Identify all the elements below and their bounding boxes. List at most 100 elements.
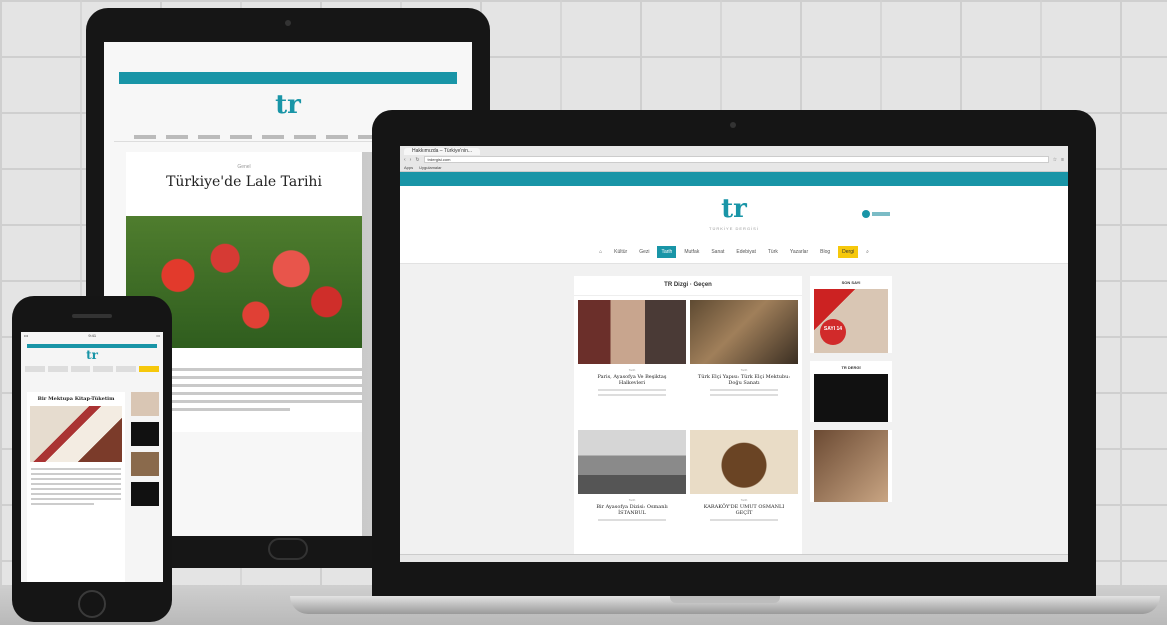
- sidebar-app-box: [810, 430, 892, 502]
- sidebar-ad-title: SON SAYI: [841, 280, 861, 285]
- nav-item-gezi[interactable]: Gezi: [635, 246, 653, 258]
- home-icon[interactable]: ⌂: [595, 246, 606, 258]
- phone-nav-item[interactable]: [139, 366, 159, 372]
- bookmark-item[interactable]: Uygulamalar: [419, 164, 441, 172]
- phone-time: 9:41: [88, 333, 97, 338]
- tablet-nav-item[interactable]: [294, 135, 316, 139]
- article-title[interactable]: KARAKÖY'DE UMUT OSMANLI GEÇİT: [690, 504, 798, 516]
- browser-tab[interactable]: Hakkımızda – Türkiye'nin...: [404, 148, 481, 155]
- partner-logo[interactable]: [862, 210, 892, 218]
- tablet-nav-item[interactable]: [326, 135, 348, 139]
- browser-tab-bar: Hakkımızda – Türkiye'nin...: [400, 146, 1068, 155]
- back-icon[interactable]: ‹: [404, 157, 406, 163]
- phone-nav: [25, 366, 159, 372]
- nav-item-sanat[interactable]: Sanat: [707, 246, 728, 258]
- browser-url-row: ‹ › ↻ trdergisi.com ☆ ≡: [400, 155, 1068, 164]
- article-image[interactable]: [690, 430, 798, 494]
- tablet-nav-item[interactable]: [198, 135, 220, 139]
- article-title[interactable]: Türk Elçi Yapısı: Türk Elçi Mektubu: Doğ…: [690, 374, 798, 386]
- battery-icon: ▭: [156, 333, 160, 338]
- phone-nav-item[interactable]: [25, 366, 45, 372]
- tablet-nav-item[interactable]: [230, 135, 252, 139]
- article-grid-section: TR Dizgi · Geçen Tarih Paris, Ayasofya V…: [574, 276, 802, 562]
- phone-sidebar-cover[interactable]: [131, 392, 159, 416]
- nav-item-kultur[interactable]: Kültür: [610, 246, 631, 258]
- phone-article-body: [27, 462, 125, 514]
- article-image[interactable]: [578, 300, 686, 364]
- nav-item-dergi[interactable]: Dergi: [838, 245, 859, 258]
- nav-item-blog[interactable]: Blog: [816, 246, 834, 258]
- browser-status-bar: [400, 554, 1068, 562]
- phone-sidebar-video-2[interactable]: [131, 482, 159, 506]
- phone-speaker: [72, 314, 112, 318]
- tablet-home-button[interactable]: [268, 538, 308, 560]
- sidebar-magazine-box: SON SAYI SAYI 14: [810, 276, 892, 353]
- phone-article-title[interactable]: Bir Mektupa Kitap-Tüketim: [27, 392, 125, 406]
- phone-sidebar: [131, 392, 159, 512]
- article-card[interactable]: Tarih Türk Elçi Yapısı: Türk Elçi Mektub…: [690, 300, 798, 424]
- article-category: Tarih: [740, 498, 748, 502]
- nav-item-tarih[interactable]: Tarih: [657, 245, 677, 258]
- laptop-screen: Hakkımızda – Türkiye'nin... ‹ › ↻ trderg…: [400, 146, 1068, 562]
- phone-sidebar-promo[interactable]: [131, 452, 159, 476]
- site-logo[interactable]: tr: [400, 194, 1068, 224]
- signal-icon: •••: [24, 333, 29, 338]
- article-card[interactable]: Tarih Bir Ayasofya Dizisi: Osmanlı İSTAN…: [578, 430, 686, 554]
- phone-device: ••• 9:41 ▭ tr Bir Mektupa Kitap-Tüketim: [12, 296, 172, 622]
- nav-item-yazarlar[interactable]: Yazarlar: [786, 246, 812, 258]
- laptop-device: Hakkımızda – Türkiye'nin... ‹ › ↻ trderg…: [372, 110, 1096, 596]
- site-top-bar: [400, 172, 1068, 186]
- phone-screen: ••• 9:41 ▭ tr Bir Mektupa Kitap-Tüketim: [21, 332, 163, 582]
- nav-item-mutfak[interactable]: Mutfak: [680, 246, 703, 258]
- phone-home-button[interactable]: [78, 590, 106, 618]
- tablet-camera: [285, 20, 291, 26]
- sidebar-video-box: TR DERGİ: [810, 361, 892, 422]
- phone-nav-item[interactable]: [116, 366, 137, 372]
- forward-icon[interactable]: ›: [410, 157, 412, 163]
- article-image[interactable]: [578, 430, 686, 494]
- magazine-cover[interactable]: SAYI 14: [814, 289, 888, 353]
- star-icon[interactable]: ☆: [1053, 157, 1057, 163]
- laptop-camera: [730, 122, 736, 128]
- article-title[interactable]: Paris, Ayasofya Ve Beşiktaş Halkevleri: [578, 374, 686, 386]
- article-image[interactable]: [690, 300, 798, 364]
- article-grid: Tarih Paris, Ayasofya Ve Beşiktaş Halkev…: [574, 296, 802, 558]
- article-category: Tarih: [628, 498, 636, 502]
- phone-nav-item[interactable]: [70, 366, 91, 372]
- article-card[interactable]: Tarih KARAKÖY'DE UMUT OSMANLI GEÇİT: [690, 430, 798, 554]
- video-player[interactable]: [814, 374, 888, 422]
- tablet-nav-item[interactable]: [262, 135, 284, 139]
- phone-status-bar: ••• 9:41 ▭: [21, 332, 163, 340]
- sidebar-video-title: TR DERGİ: [841, 365, 861, 370]
- tablet-article-title[interactable]: Türkiye'de Lale Tarihi: [126, 174, 362, 190]
- menu-icon[interactable]: ≡: [1061, 157, 1064, 163]
- sidebar: SON SAYI SAYI 14 TR DERGİ: [810, 276, 892, 562]
- phone-article: Bir Mektupa Kitap-Tüketim: [27, 392, 125, 582]
- tablet-nav-item[interactable]: [134, 135, 156, 139]
- issue-badge: SAYI 14: [820, 319, 846, 345]
- site-logo-subtitle: TÜRKİYE DERGİSİ: [709, 226, 759, 231]
- search-icon[interactable]: ⌕: [862, 246, 873, 258]
- nav-item-edebiyat[interactable]: Edebiyat: [732, 246, 759, 258]
- laptop-base: [290, 596, 1160, 614]
- tablet-nav-item[interactable]: [166, 135, 188, 139]
- address-bar[interactable]: trdergisi.com: [423, 156, 1049, 163]
- browser-chrome: Hakkımızda – Türkiye'nin... ‹ › ↻ trderg…: [400, 146, 1068, 172]
- site-header: tr TÜRKİYE DERGİSİ: [400, 186, 1068, 240]
- app-promo-image[interactable]: [814, 430, 888, 502]
- section-title: TR Dizgi · Geçen: [574, 276, 802, 296]
- nav-item-turk[interactable]: Türk: [764, 246, 782, 258]
- phone-nav-item[interactable]: [47, 366, 68, 372]
- article-category: Tarih: [740, 368, 748, 372]
- tablet-top-bar: [119, 72, 457, 84]
- main-nav: ⌂ Kültür Gezi Tarih Mutfak Sanat Edebiya…: [400, 240, 1068, 264]
- reload-icon[interactable]: ↻: [415, 157, 419, 163]
- article-category: Tarih: [628, 368, 636, 372]
- phone-nav-item[interactable]: [93, 366, 114, 372]
- article-title[interactable]: Bir Ayasofya Dizisi: Osmanlı İSTANBUL: [578, 504, 686, 516]
- bookmarks-bar: Apps Uygulamalar: [400, 164, 1068, 172]
- phone-sidebar-video[interactable]: [131, 422, 159, 446]
- bookmark-item[interactable]: Apps: [404, 164, 413, 172]
- phone-logo[interactable]: tr: [21, 348, 163, 362]
- article-card[interactable]: Tarih Paris, Ayasofya Ve Beşiktaş Halkev…: [578, 300, 686, 424]
